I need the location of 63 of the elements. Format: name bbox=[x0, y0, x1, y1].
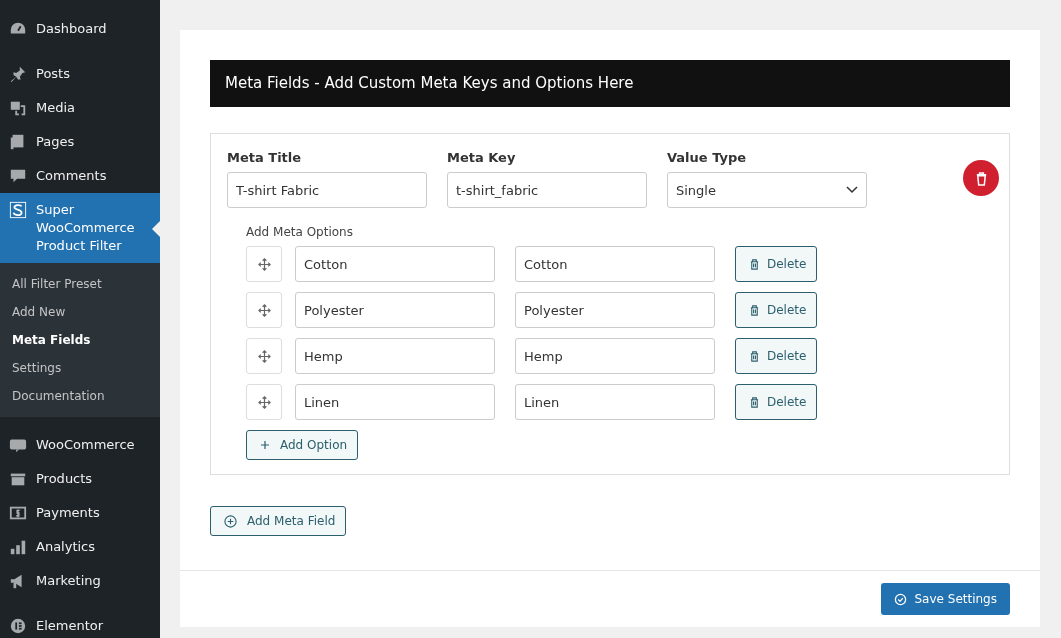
select-dropdown[interactable]: Single bbox=[667, 172, 867, 208]
drag-handle[interactable] bbox=[246, 338, 282, 374]
input-field[interactable]: Cotton bbox=[295, 246, 495, 282]
field-label: Value Type bbox=[667, 150, 748, 165]
sidebar-item[interactable]: Payments bbox=[0, 496, 160, 530]
submenu-item[interactable]: Meta Fields bbox=[0, 326, 160, 354]
move-icon bbox=[257, 257, 271, 271]
sidebar-item[interactable]: Media bbox=[0, 91, 160, 125]
move-icon bbox=[257, 349, 271, 363]
delete-button[interactable]: Delete bbox=[735, 384, 818, 420]
input-field[interactable]: Hemp bbox=[295, 338, 495, 374]
pin-icon bbox=[9, 65, 27, 83]
trash-icon bbox=[749, 396, 760, 408]
submenu-item[interactable]: Settings bbox=[0, 354, 160, 382]
options-label: Add Meta Options bbox=[246, 225, 353, 239]
input-field[interactable]: Hemp bbox=[515, 338, 715, 374]
submenu-item[interactable]: All Filter Preset bbox=[0, 270, 160, 298]
input-field[interactable]: Cotton bbox=[515, 246, 715, 282]
delete-button[interactable]: Delete bbox=[735, 292, 818, 328]
plus-circle-icon bbox=[224, 514, 237, 528]
input-field[interactable]: Linen bbox=[515, 384, 715, 420]
move-icon bbox=[257, 395, 271, 409]
field-label: Meta Title bbox=[227, 150, 303, 165]
delete-button[interactable]: Delete bbox=[735, 338, 818, 374]
trash-icon bbox=[749, 350, 760, 362]
dollar-icon bbox=[9, 504, 27, 522]
delete-button[interactable]: Delete bbox=[735, 246, 818, 282]
logo-icon bbox=[9, 201, 27, 219]
input-field[interactable]: Polyester bbox=[515, 292, 715, 328]
move-icon bbox=[257, 303, 271, 317]
trash-icon bbox=[749, 258, 760, 270]
input-field[interactable]: t-shirt_fabric bbox=[447, 172, 647, 208]
sidebar-item[interactable]: Posts bbox=[0, 57, 160, 91]
sidebar-item[interactable]: Comments bbox=[0, 159, 160, 193]
bar-chart-icon bbox=[9, 538, 27, 556]
sidebar-item[interactable]: Pages bbox=[0, 125, 160, 159]
drag-handle[interactable] bbox=[246, 246, 282, 282]
sidebar-item[interactable]: Elementor bbox=[0, 609, 160, 638]
submenu-item[interactable]: Documentation bbox=[0, 382, 160, 410]
delete-button[interactable] bbox=[963, 160, 999, 196]
add-option-button[interactable]: Add Option bbox=[246, 430, 359, 460]
chevron-down-icon bbox=[846, 186, 858, 194]
drag-handle[interactable] bbox=[246, 292, 282, 328]
plus-icon bbox=[260, 440, 270, 450]
check-circle-icon bbox=[893, 592, 907, 606]
trash-icon bbox=[749, 304, 760, 316]
save-settings-button[interactable]: Save Settings bbox=[880, 583, 1010, 615]
sidebar-item[interactable]: Super WooCommerce Product Filter bbox=[0, 193, 160, 263]
input-field[interactable]: Linen bbox=[295, 384, 495, 420]
drag-handle[interactable] bbox=[246, 384, 282, 420]
elementor-icon bbox=[9, 617, 27, 635]
section-header: Meta Fields - Add Custom Meta Keys and Options Here bbox=[210, 60, 1010, 107]
input-field[interactable]: T-shirt Fabric bbox=[227, 172, 427, 208]
media-icon bbox=[9, 99, 27, 117]
submenu-item[interactable]: Add New bbox=[0, 298, 160, 326]
add-meta-field-button[interactable]: Add Meta Field bbox=[210, 506, 347, 536]
sidebar-item[interactable]: WooCommerce bbox=[0, 428, 160, 462]
sidebar-item[interactable]: Analytics bbox=[0, 530, 160, 564]
input-field[interactable]: Polyester bbox=[295, 292, 495, 328]
sidebar-item[interactable]: Dashboard bbox=[0, 12, 160, 46]
sidebar-item[interactable]: Products bbox=[0, 462, 160, 496]
sidebar-item[interactable]: Marketing bbox=[0, 564, 160, 598]
field-label: Meta Key bbox=[447, 150, 517, 165]
